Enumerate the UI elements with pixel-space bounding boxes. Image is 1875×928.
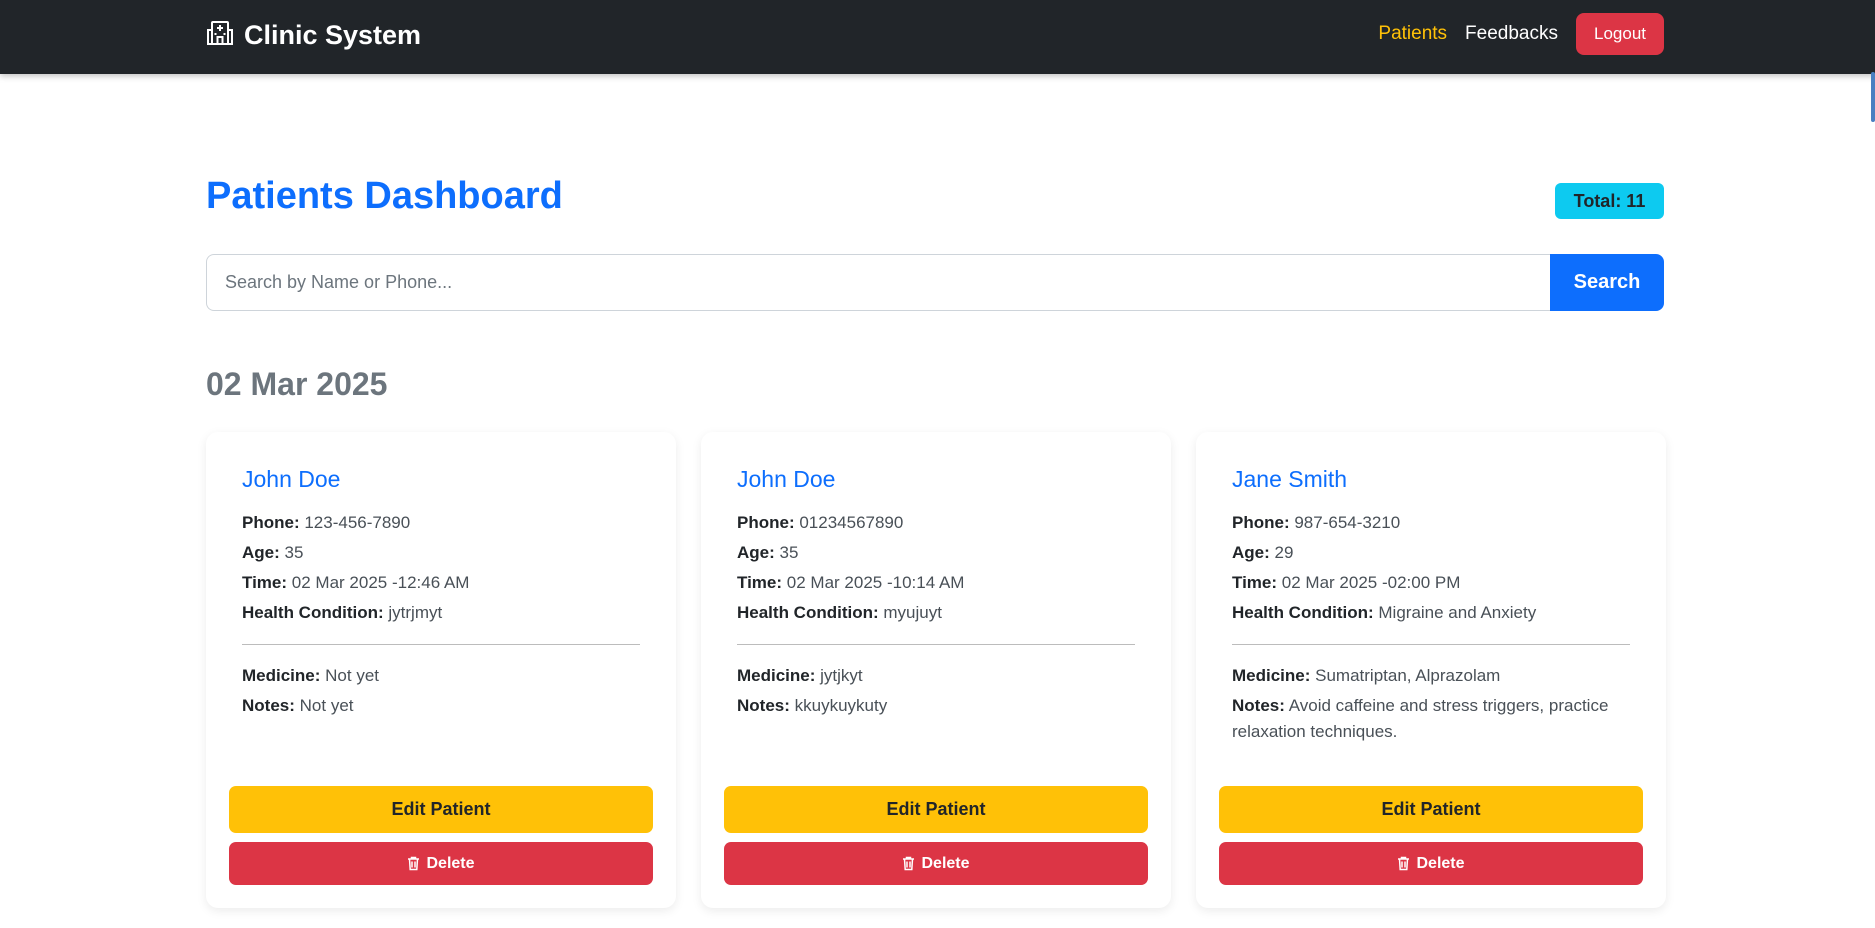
card-divider bbox=[1232, 644, 1630, 645]
nav-link-feedbacks[interactable]: Feedbacks bbox=[1465, 23, 1558, 45]
time-label: Time: bbox=[1232, 573, 1278, 592]
phone-value: 01234567890 bbox=[799, 513, 904, 532]
patient-time: Time: 02 Mar 2025 -02:00 PM bbox=[1232, 570, 1632, 596]
medicine-value: Not yet bbox=[325, 666, 379, 685]
patient-time: Time: 02 Mar 2025 -12:46 AM bbox=[242, 570, 642, 596]
patient-medicine: Medicine: jytjkyt bbox=[737, 663, 1137, 689]
time-value: 02 Mar 2025 -10:14 AM bbox=[786, 573, 965, 592]
time-label: Time: bbox=[242, 573, 288, 592]
condition-value: jytrjmyt bbox=[388, 603, 443, 622]
patient-notes: Notes: Avoid caffeine and stress trigger… bbox=[1232, 693, 1632, 745]
scrollbar-thumb[interactable] bbox=[1871, 72, 1875, 122]
brand-title: Clinic System bbox=[244, 20, 422, 50]
patient-name[interactable]: Jane Smith bbox=[1232, 466, 1347, 493]
time-value: 02 Mar 2025 -02:00 PM bbox=[1281, 573, 1461, 592]
trash-icon bbox=[1397, 856, 1410, 871]
brand[interactable]: Clinic System bbox=[206, 18, 421, 53]
page-title: Patients Dashboard bbox=[206, 175, 563, 217]
delete-patient-button[interactable]: Delete bbox=[229, 842, 653, 885]
trash-icon bbox=[902, 856, 915, 871]
delete-patient-button[interactable]: Delete bbox=[724, 842, 1148, 885]
date-group-heading: 02 Mar 2025 bbox=[206, 366, 388, 402]
age-label: Age: bbox=[242, 543, 280, 562]
condition-label: Health Condition: bbox=[1232, 603, 1374, 622]
delete-label: Delete bbox=[1416, 854, 1465, 872]
search-input[interactable] bbox=[206, 254, 1550, 311]
age-label: Age: bbox=[737, 543, 775, 562]
time-label: Time: bbox=[737, 573, 783, 592]
patient-medicine: Medicine: Not yet bbox=[242, 663, 642, 689]
patient-phone: Phone: 987-654-3210 bbox=[1232, 510, 1632, 536]
phone-label: Phone: bbox=[1232, 513, 1290, 532]
patient-phone: Phone: 01234567890 bbox=[737, 510, 1137, 536]
phone-label: Phone: bbox=[242, 513, 300, 532]
age-value: 35 bbox=[779, 543, 799, 562]
patient-condition: Health Condition: myujuyt bbox=[737, 600, 1137, 626]
medicine-value: Sumatriptan, Alprazolam bbox=[1315, 666, 1501, 685]
notes-value: Avoid caffeine and stress triggers, prac… bbox=[1232, 696, 1609, 741]
nav-link-patients[interactable]: Patients bbox=[1378, 23, 1447, 45]
age-label: Age: bbox=[1232, 543, 1270, 562]
patient-notes: Notes: kkuykuykuty bbox=[737, 693, 1137, 719]
phone-value: 987-654-3210 bbox=[1294, 513, 1401, 532]
medicine-value: jytjkyt bbox=[820, 666, 863, 685]
delete-label: Delete bbox=[921, 854, 970, 872]
delete-patient-button[interactable]: Delete bbox=[1219, 842, 1643, 885]
notes-value: Not yet bbox=[299, 696, 354, 715]
patient-card: John Doe Phone: 123-456-7890 Age: 35 Tim… bbox=[206, 432, 676, 908]
search-button[interactable]: Search bbox=[1550, 254, 1664, 311]
notes-label: Notes: bbox=[242, 696, 295, 715]
condition-label: Health Condition: bbox=[242, 603, 384, 622]
card-divider bbox=[242, 644, 640, 645]
patient-name[interactable]: John Doe bbox=[737, 466, 835, 493]
top-navbar: Clinic System Patients Feedbacks Logout bbox=[0, 0, 1875, 74]
patient-condition: Health Condition: jytrjmyt bbox=[242, 600, 642, 626]
patient-age: Age: 35 bbox=[242, 540, 642, 566]
condition-value: myujuyt bbox=[883, 603, 942, 622]
edit-patient-button[interactable]: Edit Patient bbox=[229, 786, 653, 833]
patient-age: Age: 35 bbox=[737, 540, 1137, 566]
patient-medicine: Medicine: Sumatriptan, Alprazolam bbox=[1232, 663, 1632, 689]
trash-icon bbox=[407, 856, 420, 871]
nav-links: Patients Feedbacks Logout bbox=[1378, 13, 1664, 55]
phone-label: Phone: bbox=[737, 513, 795, 532]
medicine-label: Medicine: bbox=[737, 666, 816, 685]
phone-value: 123-456-7890 bbox=[304, 513, 411, 532]
card-divider bbox=[737, 644, 1135, 645]
condition-value: Migraine and Anxiety bbox=[1378, 603, 1537, 622]
logout-button[interactable]: Logout bbox=[1576, 13, 1664, 55]
notes-label: Notes: bbox=[737, 696, 790, 715]
age-value: 35 bbox=[284, 543, 304, 562]
search-bar: Search bbox=[206, 254, 1664, 311]
medicine-label: Medicine: bbox=[242, 666, 321, 685]
hospital-icon bbox=[206, 18, 234, 53]
patient-condition: Health Condition: Migraine and Anxiety bbox=[1232, 600, 1632, 626]
patient-name[interactable]: John Doe bbox=[242, 466, 340, 493]
time-value: 02 Mar 2025 -12:46 AM bbox=[291, 573, 470, 592]
delete-label: Delete bbox=[426, 854, 475, 872]
patient-phone: Phone: 123-456-7890 bbox=[242, 510, 642, 536]
total-badge: Total: 11 bbox=[1555, 183, 1664, 219]
edit-patient-button[interactable]: Edit Patient bbox=[1219, 786, 1643, 833]
patient-age: Age: 29 bbox=[1232, 540, 1632, 566]
patient-notes: Notes: Not yet bbox=[242, 693, 642, 719]
medicine-label: Medicine: bbox=[1232, 666, 1311, 685]
patient-card: Jane Smith Phone: 987-654-3210 Age: 29 T… bbox=[1196, 432, 1666, 908]
condition-label: Health Condition: bbox=[737, 603, 879, 622]
age-value: 29 bbox=[1274, 543, 1294, 562]
patient-time: Time: 02 Mar 2025 -10:14 AM bbox=[737, 570, 1137, 596]
notes-label: Notes: bbox=[1232, 696, 1285, 715]
patient-card: John Doe Phone: 01234567890 Age: 35 Time… bbox=[701, 432, 1171, 908]
notes-value: kkuykuykuty bbox=[794, 696, 888, 715]
edit-patient-button[interactable]: Edit Patient bbox=[724, 786, 1148, 833]
